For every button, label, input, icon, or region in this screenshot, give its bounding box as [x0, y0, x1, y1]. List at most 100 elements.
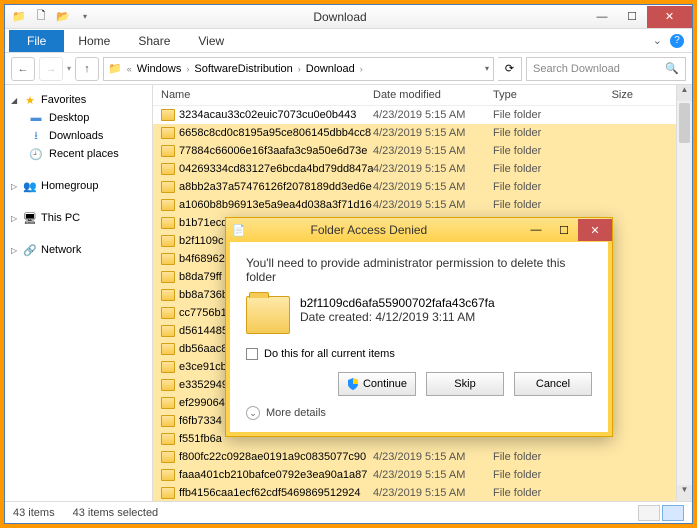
crumb-prefix[interactable]: « — [124, 64, 135, 74]
search-input[interactable]: Search Download 🔍 — [526, 57, 686, 81]
file-date: 4/23/2019 5:15 AM — [373, 145, 493, 157]
table-row[interactable]: a8bb2a37a57476126f2078189dd3ed6e4/23/201… — [153, 178, 676, 196]
folder-icon — [161, 415, 175, 427]
folder-icon — [161, 127, 175, 139]
table-row[interactable]: 77884c66006e16f3aafa3c9a50e6d73e4/23/201… — [153, 142, 676, 160]
file-name: a8bb2a37a57476126f2078189dd3ed6e — [179, 181, 372, 193]
sidebar-item-downloads[interactable]: ⭳Downloads — [9, 127, 148, 145]
col-type[interactable]: Type — [493, 89, 583, 101]
chevron-right-icon[interactable]: › — [357, 64, 366, 74]
file-type: File folder — [493, 181, 583, 193]
refresh-button[interactable]: ⟳ — [498, 57, 522, 81]
collapse-icon[interactable]: ◢ — [11, 96, 19, 105]
file-date: 4/23/2019 5:15 AM — [373, 487, 493, 499]
crumb[interactable]: SoftwareDistribution — [194, 63, 292, 75]
forward-button[interactable]: → — [39, 57, 63, 81]
dialog-maximize-button[interactable]: ☐ — [550, 219, 578, 241]
checkbox-icon[interactable] — [246, 348, 258, 360]
scroll-down-button[interactable]: ▼ — [677, 485, 692, 501]
view-details-button[interactable] — [638, 505, 660, 521]
shield-icon — [347, 378, 359, 390]
continue-button[interactable]: Continue — [338, 372, 416, 396]
folder-icon — [161, 145, 175, 157]
folder-icon — [161, 451, 175, 463]
file-type: File folder — [493, 469, 583, 481]
minimize-button[interactable]: — — [587, 6, 617, 28]
qat: 📁 🗋 📂 ▾ — [5, 9, 93, 25]
folder-icon — [161, 199, 175, 211]
table-row[interactable]: f800fc22c0928ae0191a9c0835077c904/23/201… — [153, 448, 676, 466]
file-date: 4/23/2019 5:15 AM — [373, 181, 493, 193]
file-name: d5614485 — [179, 325, 228, 337]
help-icon[interactable]: ? — [670, 34, 684, 48]
expand-icon[interactable]: ▷ — [11, 214, 19, 223]
expand-icon[interactable]: ▷ — [11, 182, 19, 191]
folder-icon: 📁 — [11, 9, 27, 25]
view-icons-button[interactable] — [662, 505, 684, 521]
sidebar-item-recent[interactable]: 🕘Recent places — [9, 145, 148, 163]
desktop-icon: ▬ — [29, 111, 43, 125]
do-for-all-checkbox[interactable]: Do this for all current items — [246, 348, 592, 360]
chevron-right-icon[interactable]: › — [295, 64, 304, 74]
sidebar-network[interactable]: ▷🔗Network — [9, 241, 148, 259]
file-type: File folder — [493, 127, 583, 139]
table-row[interactable]: faaa401cb210bafce0792e3ea90a1a874/23/201… — [153, 466, 676, 484]
col-name[interactable]: Name — [153, 89, 373, 101]
file-type: File folder — [493, 199, 583, 211]
ribbon-expand-icon[interactable]: ⌄ — [653, 34, 662, 47]
file-tab[interactable]: File — [9, 30, 64, 52]
table-row[interactable]: 6658c8cd0c8195a95ce806145dbb4cc84/23/201… — [153, 124, 676, 142]
properties-icon[interactable]: 🗋 — [33, 9, 49, 25]
crumb[interactable]: Download — [306, 63, 355, 75]
table-row[interactable]: 3234acau33c02euic7073cu0e0b4434/23/2019 … — [153, 106, 676, 124]
up-button[interactable]: ↑ — [75, 57, 99, 81]
more-details-toggle[interactable]: ⌄ More details — [246, 406, 592, 420]
sidebar-thispc[interactable]: ▷🖥This PC — [9, 209, 148, 227]
file-name: db56aac8 — [179, 343, 227, 355]
sidebar-homegroup[interactable]: ▷👥Homegroup — [9, 177, 148, 195]
maximize-button[interactable]: ☐ — [617, 6, 647, 28]
address-dropdown-icon[interactable]: ▾ — [485, 64, 489, 73]
tab-view[interactable]: View — [184, 30, 238, 52]
scroll-up-button[interactable]: ▲ — [677, 85, 692, 101]
table-row[interactable]: a1060b8b96913e5a9ea4d038a3f71d164/23/201… — [153, 196, 676, 214]
search-icon[interactable]: 🔍 — [665, 62, 679, 75]
table-row[interactable]: 04269334cd83127e6bcda4bd79dd847a4/23/201… — [153, 160, 676, 178]
skip-button[interactable]: Skip — [426, 372, 504, 396]
sidebar-item-desktop[interactable]: ▬Desktop — [9, 109, 148, 127]
expand-icon[interactable]: ▷ — [11, 246, 19, 255]
breadcrumb[interactable]: 📁 « Windows › SoftwareDistribution › Dow… — [103, 57, 494, 81]
folder-icon — [161, 163, 175, 175]
file-name: f800fc22c0928ae0191a9c0835077c90 — [179, 451, 366, 463]
status-count: 43 items — [13, 507, 55, 519]
dialog-minimize-button[interactable]: — — [522, 219, 550, 241]
qat-dropdown-icon[interactable]: ▾ — [77, 9, 93, 25]
status-selected: 43 items selected — [73, 507, 159, 519]
tab-home[interactable]: Home — [64, 30, 124, 52]
file-name: ef299064 — [179, 397, 225, 409]
close-button[interactable]: ✕ — [647, 6, 692, 28]
folder-icon — [161, 379, 175, 391]
chevron-right-icon[interactable]: › — [183, 64, 192, 74]
network-icon: 🔗 — [23, 243, 37, 257]
file-date: 4/23/2019 5:15 AM — [373, 199, 493, 211]
scrollbar[interactable]: ▲ ▼ — [676, 85, 692, 501]
tab-share[interactable]: Share — [124, 30, 184, 52]
back-button[interactable]: ← — [11, 57, 35, 81]
file-name: 3234acau33c02euic7073cu0e0b443 — [179, 109, 356, 121]
scroll-thumb[interactable] — [679, 103, 690, 143]
sidebar-favorites[interactable]: ◢ ★ Favorites — [9, 91, 148, 109]
dialog-close-button[interactable]: ✕ — [578, 219, 612, 241]
crumb[interactable]: Windows — [137, 63, 182, 75]
history-dropdown-icon[interactable]: ▾ — [67, 64, 71, 73]
dialog-title: Folder Access Denied — [252, 223, 516, 237]
folder-access-denied-dialog: 📄 Folder Access Denied — ☐ ✕ You'll need… — [225, 217, 613, 437]
new-folder-icon[interactable]: 📂 — [55, 9, 71, 25]
folder-icon — [161, 361, 175, 373]
col-date[interactable]: Date modified — [373, 89, 493, 101]
folder-icon — [161, 325, 175, 337]
table-row[interactable]: ffb4156caa1ecf62cdf54698695129244/23/201… — [153, 484, 676, 501]
file-date: 4/23/2019 5:15 AM — [373, 469, 493, 481]
cancel-button[interactable]: Cancel — [514, 372, 592, 396]
col-size[interactable]: Size — [583, 89, 643, 101]
